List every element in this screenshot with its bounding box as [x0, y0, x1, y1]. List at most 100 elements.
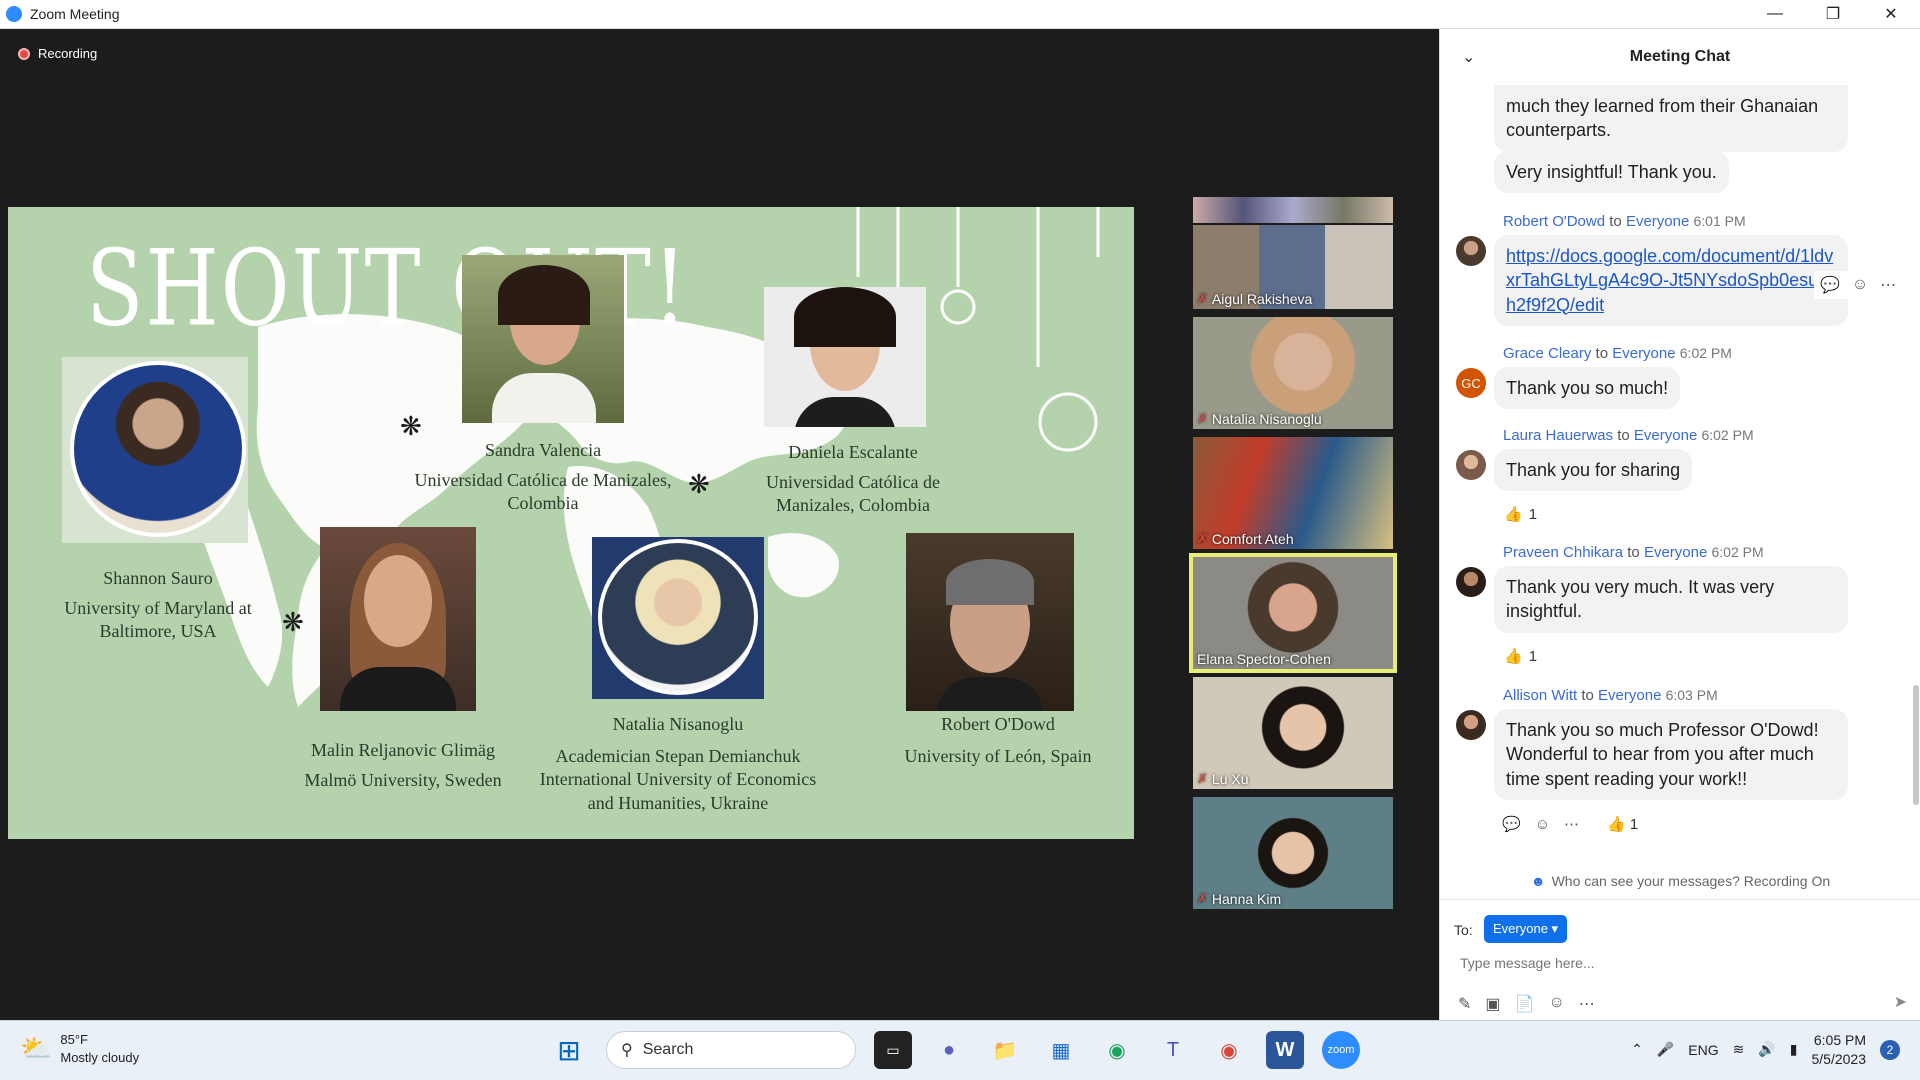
word-icon[interactable]: W — [1266, 1031, 1304, 1069]
chat-message-bubble: Thank you so much! — [1494, 367, 1681, 410]
minimize-button[interactable]: — — [1746, 0, 1804, 29]
caption-shannon-affiliation: University of Maryland at Baltimore, USA — [64, 598, 252, 642]
caption-malin-affiliation: Malmö University, Sweden — [304, 770, 502, 790]
message-sender: Allison Witt to Everyone 6:03 PM — [1503, 687, 1718, 704]
title-bar: Zoom Meeting — ❐ ✕ — [0, 0, 1920, 29]
chat-header: ⌄ Meeting Chat — [1440, 29, 1920, 85]
more-icon[interactable]: ⋯ — [1579, 994, 1595, 1014]
chat-composer: To: Everyone ▾ ✎ ▣ 📄 ☺ ⋯ ➤ — [1440, 899, 1920, 1020]
message-input[interactable] — [1460, 955, 1880, 971]
video-area: Recording SHOUT OUT! Shannon Sauro Unive… — [0, 29, 1439, 1020]
chevron-up-icon[interactable]: ⌃ — [1631, 1041, 1643, 1058]
notification-badge[interactable]: 2 — [1880, 1039, 1900, 1060]
caption-daniela-name: Daniela Escalante — [788, 442, 918, 462]
battery-icon[interactable]: ▮ — [1790, 1041, 1798, 1058]
chat-message-bubble: Thank you for sharing — [1494, 449, 1693, 492]
photo-sandra-valencia — [462, 255, 624, 423]
system-tray: ⌃ 🎤 ENG ≋ 🔊 ▮ 6:05 PM 5/5/2023 2 — [1631, 1031, 1900, 1069]
reaction-badge[interactable]: 👍 1 — [1504, 647, 1537, 666]
task-view-icon[interactable]: ▭ — [874, 1031, 912, 1069]
file-icon[interactable]: 📄 — [1515, 994, 1535, 1014]
restore-button[interactable]: ❐ — [1804, 0, 1862, 29]
gallery-tile[interactable]: ✗ Hanna Kim — [1193, 797, 1393, 909]
zoom-app-icon[interactable]: zoom — [1322, 1031, 1360, 1069]
privacy-notice[interactable]: ☻ Who can see your messages? Recording O… — [1440, 873, 1920, 889]
search-icon: ⚲ — [621, 1042, 633, 1059]
emoji-icon[interactable]: ☺ — [1852, 276, 1868, 294]
sparkle-icon: ❋ — [400, 411, 422, 441]
teams-icon[interactable]: T — [1154, 1031, 1192, 1069]
record-icon — [18, 47, 30, 60]
photo-robert-odowd — [906, 533, 1074, 711]
gallery-overflow-tile[interactable] — [1193, 197, 1393, 223]
avatar — [1456, 710, 1486, 740]
chat-message-bubble: https://docs.google.com/document/d/1ldvx… — [1494, 235, 1848, 326]
more-icon[interactable]: ⋯ — [1564, 815, 1579, 833]
reply-icon[interactable]: 💬 — [1820, 275, 1840, 295]
edge-icon[interactable]: ◉ — [1098, 1031, 1136, 1069]
photo-shannon-sauro — [62, 357, 248, 543]
screenshot-icon[interactable]: ▣ — [1485, 994, 1500, 1014]
photo-malin-reljanovic-glimag — [320, 527, 476, 711]
participant-name: Comfort Ateh — [1211, 531, 1294, 547]
caption-natalia-name: Natalia Nisanoglu — [612, 714, 744, 734]
participant-name: Elana Spector-Cohen — [1197, 651, 1331, 667]
file-explorer-icon[interactable]: 📁 — [986, 1031, 1024, 1069]
chevron-down-icon[interactable]: ⌄ — [1462, 47, 1475, 67]
format-icon[interactable]: ✎ — [1458, 994, 1471, 1014]
wifi-icon[interactable]: ≋ — [1733, 1041, 1745, 1058]
gallery-tile[interactable]: ✗ Aigul Rakisheva — [1193, 225, 1393, 309]
chat-message-bubble: Thank you so much Professor O'Dowd! Wond… — [1494, 709, 1848, 800]
participant-name: Lu Xu — [1211, 771, 1249, 787]
avatar — [1456, 450, 1486, 480]
chat-scrollbar[interactable] — [1913, 685, 1919, 805]
message-sender: Praveen Chhikara to Everyone 6:02 PM — [1503, 544, 1764, 561]
weather-widget[interactable]: ⛅ 85°F Mostly cloudy — [20, 1031, 139, 1066]
participant-name: Hanna Kim — [1211, 891, 1282, 907]
sparkle-icon: ❋ — [282, 607, 304, 637]
chrome-icon[interactable]: ◉ — [1210, 1031, 1248, 1069]
reaction-badge[interactable]: 👍 1 — [1607, 815, 1638, 833]
participant-name: Aigul Rakisheva — [1211, 291, 1313, 307]
chat-message-list[interactable]: much they learned from their Ghanaian co… — [1440, 85, 1920, 875]
thumbs-up-icon: 👍 — [1504, 506, 1523, 523]
close-button[interactable]: ✕ — [1862, 0, 1920, 29]
search-label: Search — [642, 1041, 694, 1058]
windows-start-icon[interactable]: ⊞ — [550, 1031, 588, 1069]
gallery-tile-active-speaker[interactable]: Elana Spector-Cohen — [1189, 553, 1397, 673]
caption-daniela-affiliation: Universidad Católica de Manizales, Colom… — [766, 472, 940, 516]
shared-slide: SHOUT OUT! Shannon Sauro University of M… — [8, 207, 1134, 839]
reaction-badge[interactable]: 👍 1 — [1504, 505, 1537, 524]
chat-panel: ⌄ Meeting Chat much they learned from th… — [1439, 29, 1920, 1020]
message-link[interactable]: https://docs.google.com/document/d/1ldvx… — [1506, 246, 1833, 315]
store-icon[interactable]: ▦ — [1042, 1031, 1080, 1069]
teams-chat-icon[interactable]: ● — [930, 1031, 968, 1069]
language-indicator[interactable]: ENG — [1688, 1042, 1718, 1058]
send-icon[interactable]: ➤ — [1894, 992, 1907, 1012]
photo-natalia-nisanoglu — [592, 537, 764, 699]
clock-time: 6:05 PM — [1813, 1032, 1866, 1048]
recipient-dropdown[interactable]: Everyone ▾ — [1484, 915, 1568, 943]
caption-robert-affiliation: University of León, Spain — [904, 746, 1092, 766]
taskbar-search[interactable]: ⚲ Search — [606, 1031, 856, 1069]
caption-sandra-name: Sandra Valencia — [484, 440, 602, 460]
gallery-tile[interactable]: ✗ Natalia Nisanoglu — [1193, 317, 1393, 429]
emoji-icon[interactable]: ☺ — [1548, 994, 1564, 1014]
muted-mic-icon: ✗ — [1197, 891, 1208, 906]
chat-message-bubble: Very insightful! Thank you. — [1494, 151, 1729, 194]
participant-name: Natalia Nisanoglu — [1211, 411, 1322, 427]
microphone-icon[interactable]: 🎤 — [1657, 1041, 1674, 1058]
avatar — [1456, 236, 1486, 266]
emoji-icon[interactable]: ☺ — [1535, 816, 1550, 833]
gallery-tile[interactable]: ✗ Lu Xu — [1193, 677, 1393, 789]
gallery-tile[interactable]: ✗ Comfort Ateh — [1193, 437, 1393, 549]
clock[interactable]: 6:05 PM 5/5/2023 — [1812, 1031, 1867, 1069]
volume-icon[interactable]: 🔊 — [1758, 1041, 1775, 1058]
more-icon[interactable]: ⋯ — [1880, 275, 1896, 295]
muted-mic-icon: ✗ — [1197, 771, 1208, 786]
partly-cloudy-icon: ⛅ — [20, 1033, 53, 1064]
chat-message-bubble: much they learned from their Ghanaian co… — [1494, 85, 1848, 152]
recording-indicator[interactable]: Recording — [18, 46, 97, 61]
caption-natalia-affiliation: Academician Stepan Demianchuk Internatio… — [539, 746, 817, 813]
reply-icon[interactable]: 💬 — [1502, 815, 1521, 833]
